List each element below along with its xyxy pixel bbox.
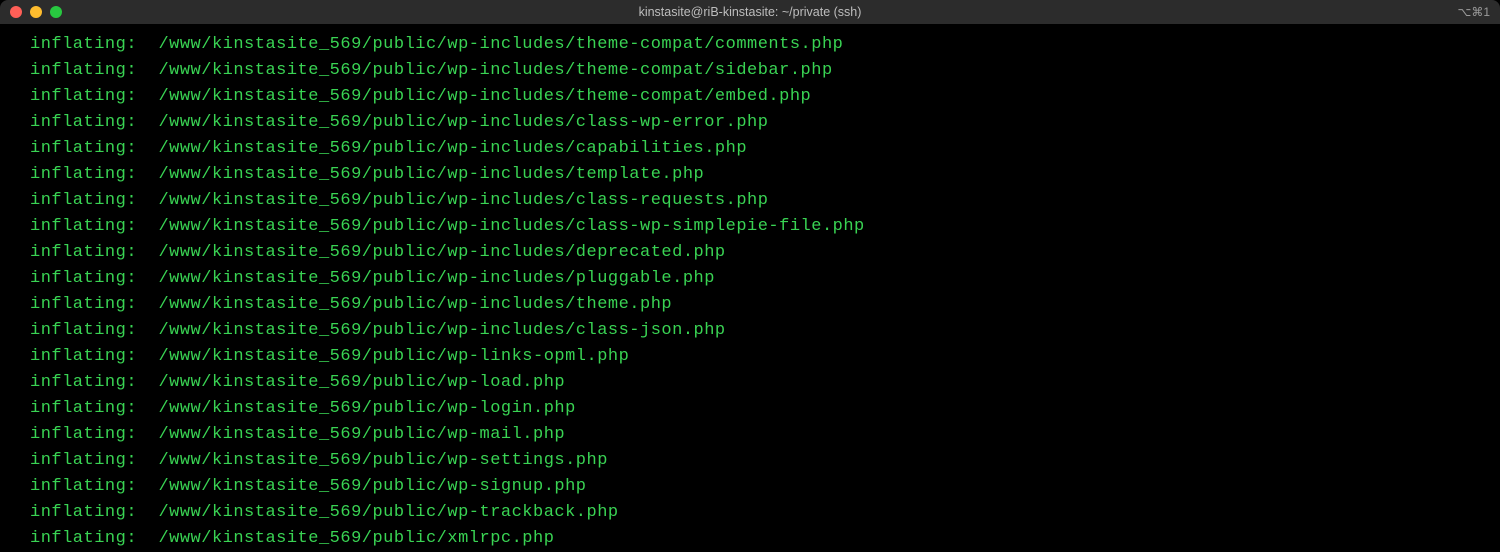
inflating-label: inflating:	[30, 477, 137, 496]
inflating-label: inflating:	[30, 425, 137, 444]
inflating-label: inflating:	[30, 373, 137, 392]
inflating-label: inflating:	[30, 35, 137, 54]
inflating-label: inflating:	[30, 399, 137, 418]
inflating-label: inflating:	[30, 529, 137, 548]
file-path: /www/kinstasite_569/public/wp-includes/c…	[158, 217, 864, 236]
inflating-label: inflating:	[30, 217, 137, 236]
titlebar[interactable]: kinstasite@riB-kinstasite: ~/private (ss…	[0, 0, 1500, 24]
inflating-label: inflating:	[30, 243, 137, 262]
file-path: /www/kinstasite_569/public/wp-load.php	[158, 373, 565, 392]
terminal-line: inflating: /www/kinstasite_569/public/wp…	[30, 474, 1500, 500]
terminal-line: inflating: /www/kinstasite_569/public/wp…	[30, 318, 1500, 344]
terminal-line: inflating: /www/kinstasite_569/public/wp…	[30, 422, 1500, 448]
file-path: /www/kinstasite_569/public/wp-login.php	[158, 399, 575, 418]
terminal-window: kinstasite@riB-kinstasite: ~/private (ss…	[0, 0, 1500, 552]
terminal-line: inflating: /www/kinstasite_569/public/wp…	[30, 58, 1500, 84]
file-path: /www/kinstasite_569/public/xmlrpc.php	[158, 529, 554, 548]
inflating-label: inflating:	[30, 451, 137, 470]
file-path: /www/kinstasite_569/public/wp-includes/t…	[158, 87, 811, 106]
terminal-output[interactable]: inflating: /www/kinstasite_569/public/wp…	[0, 24, 1500, 552]
terminal-line: inflating: /www/kinstasite_569/public/wp…	[30, 266, 1500, 292]
terminal-line: inflating: /www/kinstasite_569/public/wp…	[30, 110, 1500, 136]
terminal-line: inflating: /www/kinstasite_569/public/wp…	[30, 370, 1500, 396]
window-title: kinstasite@riB-kinstasite: ~/private (ss…	[0, 5, 1500, 19]
terminal-line: inflating: /www/kinstasite_569/public/wp…	[30, 240, 1500, 266]
file-path: /www/kinstasite_569/public/wp-includes/p…	[158, 269, 715, 288]
file-path: /www/kinstasite_569/public/wp-includes/t…	[158, 165, 704, 184]
terminal-line: inflating: /www/kinstasite_569/public/xm…	[30, 526, 1500, 552]
terminal-line: inflating: /www/kinstasite_569/public/wp…	[30, 188, 1500, 214]
terminal-line: inflating: /www/kinstasite_569/public/wp…	[30, 448, 1500, 474]
inflating-label: inflating:	[30, 503, 137, 522]
terminal-line: inflating: /www/kinstasite_569/public/wp…	[30, 136, 1500, 162]
file-path: /www/kinstasite_569/public/wp-signup.php	[158, 477, 586, 496]
file-path: /www/kinstasite_569/public/wp-includes/t…	[158, 61, 832, 80]
terminal-line: inflating: /www/kinstasite_569/public/wp…	[30, 292, 1500, 318]
file-path: /www/kinstasite_569/public/wp-includes/t…	[158, 295, 672, 314]
inflating-label: inflating:	[30, 61, 137, 80]
file-path: /www/kinstasite_569/public/wp-mail.php	[158, 425, 565, 444]
inflating-label: inflating:	[30, 139, 137, 158]
file-path: /www/kinstasite_569/public/wp-includes/t…	[158, 35, 843, 54]
inflating-label: inflating:	[30, 269, 137, 288]
maximize-icon[interactable]	[50, 6, 62, 18]
terminal-line: inflating: /www/kinstasite_569/public/wp…	[30, 84, 1500, 110]
inflating-label: inflating:	[30, 321, 137, 340]
inflating-label: inflating:	[30, 113, 137, 132]
file-path: /www/kinstasite_569/public/wp-includes/c…	[158, 139, 747, 158]
inflating-label: inflating:	[30, 347, 137, 366]
tab-indicator: ⌥⌘1	[1457, 5, 1490, 19]
close-icon[interactable]	[10, 6, 22, 18]
terminal-line: inflating: /www/kinstasite_569/public/wp…	[30, 396, 1500, 422]
file-path: /www/kinstasite_569/public/wp-includes/c…	[158, 113, 768, 132]
terminal-line: inflating: /www/kinstasite_569/public/wp…	[30, 500, 1500, 526]
inflating-label: inflating:	[30, 295, 137, 314]
inflating-label: inflating:	[30, 165, 137, 184]
inflating-label: inflating:	[30, 87, 137, 106]
file-path: /www/kinstasite_569/public/wp-includes/d…	[158, 243, 725, 262]
terminal-line: inflating: /www/kinstasite_569/public/wp…	[30, 344, 1500, 370]
window-controls	[0, 6, 62, 18]
minimize-icon[interactable]	[30, 6, 42, 18]
file-path: /www/kinstasite_569/public/wp-settings.p…	[158, 451, 607, 470]
terminal-line: inflating: /www/kinstasite_569/public/wp…	[30, 32, 1500, 58]
file-path: /www/kinstasite_569/public/wp-trackback.…	[158, 503, 618, 522]
terminal-line: inflating: /www/kinstasite_569/public/wp…	[30, 162, 1500, 188]
file-path: /www/kinstasite_569/public/wp-includes/c…	[158, 321, 725, 340]
terminal-line: inflating: /www/kinstasite_569/public/wp…	[30, 214, 1500, 240]
inflating-label: inflating:	[30, 191, 137, 210]
file-path: /www/kinstasite_569/public/wp-links-opml…	[158, 347, 629, 366]
file-path: /www/kinstasite_569/public/wp-includes/c…	[158, 191, 768, 210]
